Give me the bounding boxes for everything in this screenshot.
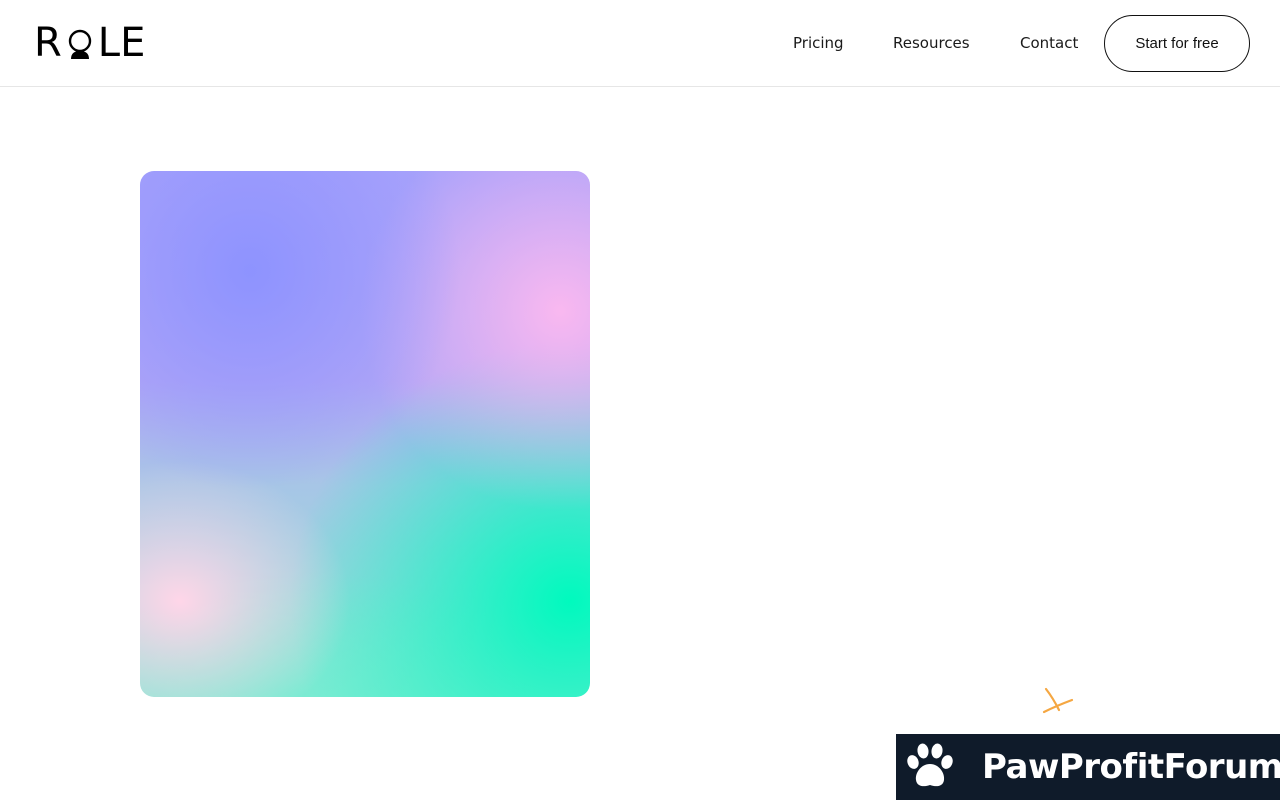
nav-contact[interactable]: Contact [1020,33,1078,53]
role-logo[interactable]: R LE [34,20,146,66]
nav-pricing[interactable]: Pricing [793,33,844,53]
start-for-free-button[interactable]: Start for free [1104,15,1250,72]
logo-letters-le: LE [97,20,146,66]
nav-resources[interactable]: Resources [893,33,970,53]
forum-name-label: PawProfitForum [982,747,1280,787]
page: R LE Pricing Resources Contact Start for… [0,0,1280,800]
site-header: R LE Pricing Resources Contact Start for… [0,0,1280,87]
paw-icon [907,743,953,787]
logo-letter-r: R [34,20,62,66]
sparkle-icon [1042,687,1074,714]
paw-profit-forum-banner[interactable]: PawProfitForum [896,734,1280,800]
logo-person-icon [63,27,97,59]
hero-gradient-card [140,171,590,697]
